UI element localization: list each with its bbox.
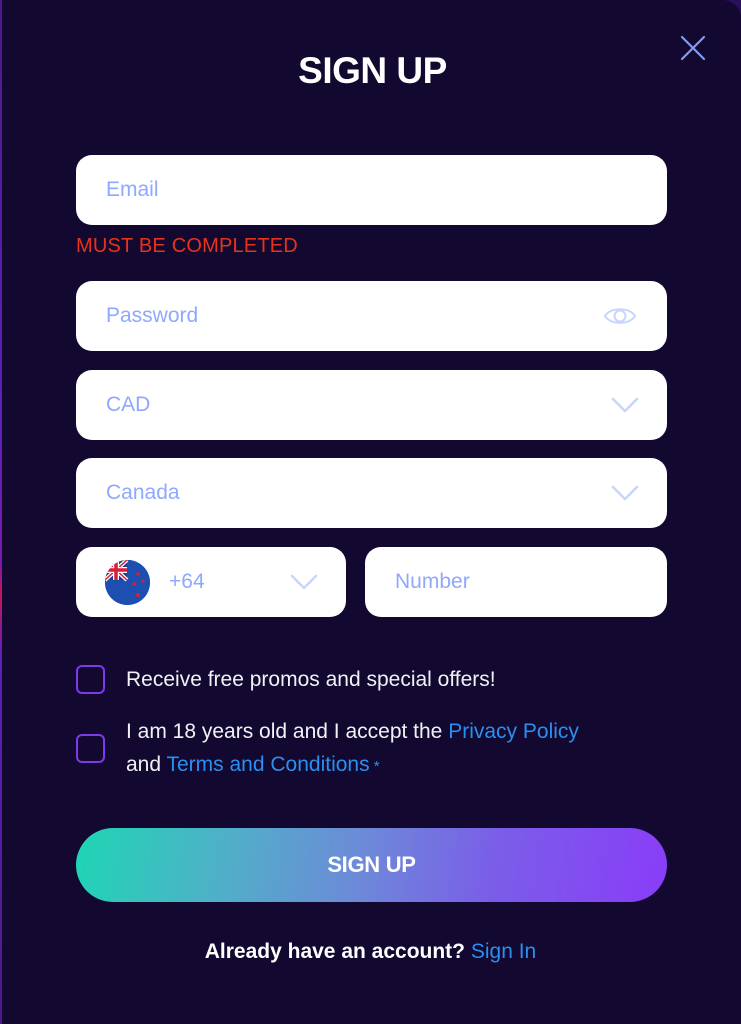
sign-in-prompt: Already have an account? Sign In bbox=[0, 940, 741, 964]
terms-text-and: and bbox=[126, 753, 167, 776]
phone-code-selected-value: +64 bbox=[169, 570, 205, 593]
country-select[interactable]: Canada bbox=[76, 458, 667, 528]
terms-and-conditions-link[interactable]: Terms and Conditions bbox=[167, 753, 370, 776]
terms-checkbox[interactable] bbox=[76, 734, 105, 763]
required-asterisk: * bbox=[369, 758, 380, 775]
privacy-policy-link[interactable]: Privacy Policy bbox=[448, 720, 579, 743]
password-input[interactable] bbox=[106, 281, 586, 351]
toggle-password-visibility-button[interactable] bbox=[603, 304, 637, 328]
chevron-down-icon bbox=[290, 574, 318, 590]
sign-in-link[interactable]: Sign In bbox=[471, 940, 536, 963]
phone-number-input[interactable] bbox=[395, 547, 645, 617]
modal-title: SIGN UP bbox=[298, 50, 447, 91]
sign-in-prompt-text: Already have an account? bbox=[204, 940, 471, 963]
email-input[interactable] bbox=[106, 155, 586, 225]
currency-selected-value: CAD bbox=[106, 393, 151, 416]
chevron-down-icon bbox=[611, 485, 639, 501]
phone-number-field-wrapper bbox=[365, 547, 667, 617]
new-zealand-flag-icon bbox=[105, 560, 150, 605]
terms-text-prefix: I am 18 years old and I accept the bbox=[126, 720, 449, 743]
terms-checkbox-label-line2: and Terms and Conditions * bbox=[126, 748, 380, 783]
country-selected-value: Canada bbox=[106, 481, 180, 504]
email-error-message: MUST BE COMPLETED bbox=[76, 235, 298, 257]
terms-checkbox-label-line1: I am 18 years old and I accept the Priva… bbox=[126, 715, 579, 748]
eye-icon bbox=[603, 308, 637, 324]
promos-checkbox[interactable] bbox=[76, 665, 105, 694]
sign-up-submit-button[interactable]: SIGN UP bbox=[76, 828, 667, 902]
currency-select[interactable]: CAD bbox=[76, 370, 667, 440]
password-field-wrapper bbox=[76, 281, 667, 351]
email-field-wrapper bbox=[76, 155, 667, 225]
phone-code-select[interactable]: +64 bbox=[76, 547, 346, 617]
promos-checkbox-label: Receive free promos and special offers! bbox=[126, 668, 496, 691]
chevron-down-icon bbox=[611, 397, 639, 413]
